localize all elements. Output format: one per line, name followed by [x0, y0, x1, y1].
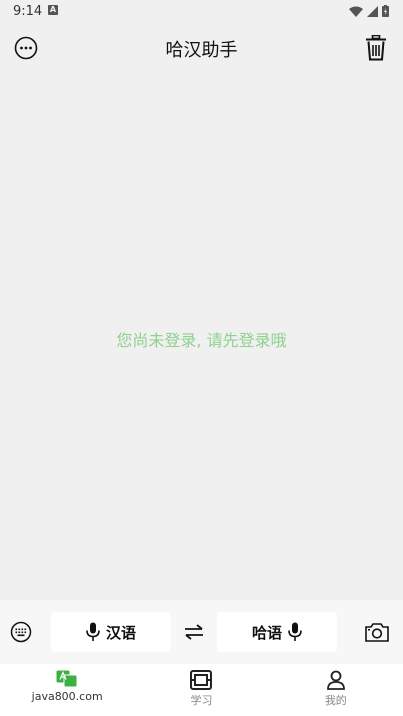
- conversation-area: 您尚未登录, 请先登录哦: [0, 72, 403, 600]
- chinese-voice-button[interactable]: 汉语: [51, 612, 171, 652]
- keyboard-icon: [10, 621, 32, 643]
- signal-icon: [367, 5, 378, 17]
- nav-label-translate: java800.com: [31, 690, 103, 703]
- battery-icon: [382, 5, 389, 17]
- login-prompt-message[interactable]: 您尚未登录, 请先登录哦: [0, 327, 403, 351]
- nav-label-profile: 我的: [324, 694, 347, 707]
- app-notification-icon: A: [48, 5, 58, 15]
- page-title: 哈汉助手: [165, 40, 238, 61]
- swap-language-button[interactable]: [180, 620, 208, 644]
- wifi-icon: [349, 6, 363, 17]
- status-icons: [349, 5, 389, 17]
- clear-history-button[interactable]: [361, 33, 391, 63]
- input-bar: 汉语 哈语: [0, 600, 403, 664]
- nav-item-profile[interactable]: 我的: [269, 664, 403, 716]
- trash-icon: [366, 35, 386, 61]
- status-time: 9:14: [13, 4, 43, 19]
- keyboard-button[interactable]: [8, 620, 34, 644]
- camera-icon: [365, 623, 389, 642]
- kazakh-voice-button[interactable]: 哈语: [217, 612, 337, 652]
- app-header: 哈汉助手: [0, 24, 403, 72]
- translate-icon: [56, 670, 78, 688]
- source-language-label: 汉语: [105, 623, 136, 642]
- nav-item-translate[interactable]: java800.com: [0, 664, 134, 716]
- user-icon: [326, 670, 345, 690]
- swap-icon: [185, 624, 203, 640]
- microphone-icon: [86, 622, 100, 641]
- status-bar: 9:14 A: [0, 0, 403, 24]
- nav-label-study: 学习: [190, 694, 213, 707]
- bottom-nav: java800.com 学习 我的: [0, 664, 403, 716]
- study-icon: [190, 670, 213, 690]
- target-language-label: 哈语: [251, 623, 282, 642]
- nav-item-study[interactable]: 学习: [134, 664, 268, 716]
- microphone-icon: [288, 622, 302, 641]
- camera-button[interactable]: [363, 619, 391, 645]
